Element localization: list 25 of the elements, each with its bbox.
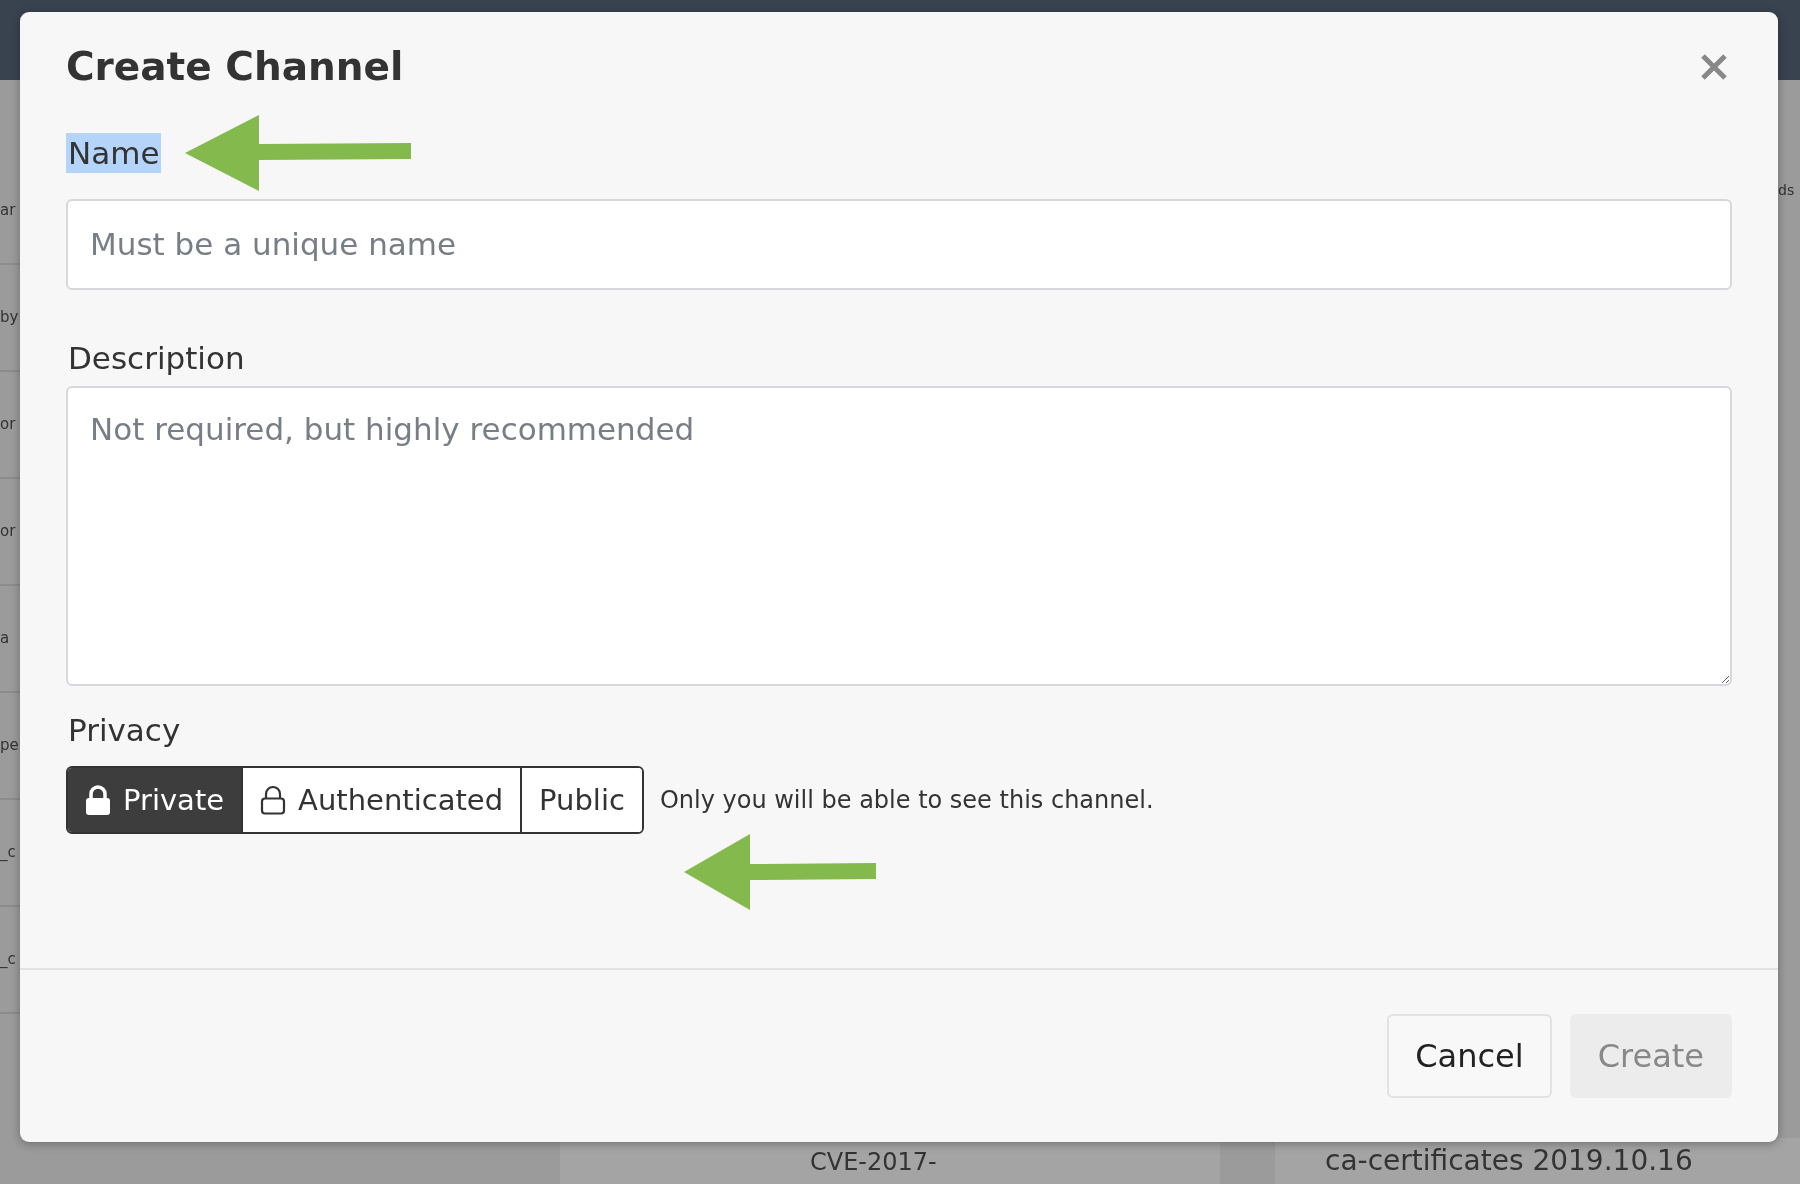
description-textarea[interactable]: Not required, but highly recommended [66, 386, 1732, 687]
dialog-title: Create Channel [66, 44, 404, 91]
help-text: Only you will be able to see this channel. [659, 785, 1154, 817]
background-text: _c [0, 845, 16, 860]
background-text: ca-certificates 2019.10.16 [1325, 1143, 1693, 1179]
cancel-button[interactable]: Cancel [1387, 1014, 1552, 1098]
lock-icon [85, 785, 111, 816]
background-text: ds [1778, 181, 1796, 200]
field-label: Name [66, 132, 162, 173]
close-icon [1700, 53, 1728, 82]
background-text: a [0, 631, 10, 646]
background-text: or [0, 524, 16, 539]
background-text: CVE-2017- [810, 1147, 937, 1178]
name-input-field[interactable]: Must be a unique name [66, 198, 1732, 290]
privacy-toggle[interactable]: Private [68, 768, 242, 833]
field-label: Privacy [67, 711, 182, 751]
privacy-toggle[interactable]: Public [520, 768, 642, 833]
background-text: ar [0, 203, 16, 218]
privacy-toggle[interactable]: Authenticated [241, 768, 521, 833]
field-label: Description [67, 338, 246, 378]
background-text: pe [0, 738, 19, 753]
lock-icon [260, 785, 287, 816]
background-text: _c [0, 952, 16, 967]
background-text: or [0, 417, 16, 432]
background-text: by [0, 310, 19, 325]
